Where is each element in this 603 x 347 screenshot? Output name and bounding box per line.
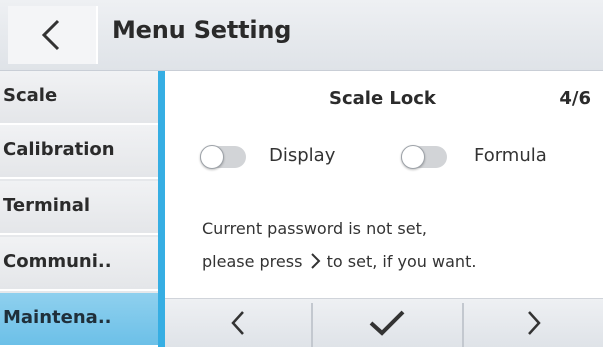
next-button[interactable] (464, 299, 603, 347)
toggle-knob (401, 145, 425, 169)
display-toggle[interactable] (200, 145, 246, 169)
bottom-nav-bar (165, 298, 603, 347)
header-bar: Menu Setting (0, 0, 603, 71)
previous-button[interactable] (165, 299, 310, 347)
message-text-after: to set, if you want. (326, 252, 477, 271)
sidebar-item-maintenance[interactable]: Maintena.. (0, 293, 158, 347)
sidebar: Scale Calibration Terminal Communi.. Mai… (0, 71, 158, 347)
sidebar-accent-bar (158, 71, 165, 347)
chevron-left-icon (41, 19, 60, 51)
check-icon (369, 310, 405, 336)
password-message-line2: please press to set, if you want. (202, 252, 476, 271)
sidebar-item-communication[interactable]: Communi.. (0, 237, 158, 291)
sidebar-item-scale[interactable]: Scale (0, 71, 158, 125)
formula-toggle-label: Formula (474, 145, 547, 166)
toggle-knob (200, 145, 224, 169)
section-title: Scale Lock (329, 88, 436, 109)
display-toggle-label: Display (269, 145, 336, 166)
chevron-right-icon (310, 253, 320, 269)
page-indicator: 4/6 (559, 88, 591, 109)
page-title: Menu Setting (112, 16, 292, 44)
sidebar-item-calibration[interactable]: Calibration (0, 125, 158, 179)
content-panel: Scale Lock 4/6 Display Formula Current p… (165, 71, 603, 298)
sidebar-item-terminal[interactable]: Terminal (0, 181, 158, 235)
chevron-right-icon (527, 311, 541, 335)
confirm-button[interactable] (313, 299, 461, 347)
message-text-before: please press (202, 252, 303, 271)
formula-toggle[interactable] (401, 145, 447, 169)
password-message-line1: Current password is not set, (202, 219, 427, 238)
back-button[interactable] (8, 6, 98, 64)
chevron-left-icon (230, 311, 244, 335)
